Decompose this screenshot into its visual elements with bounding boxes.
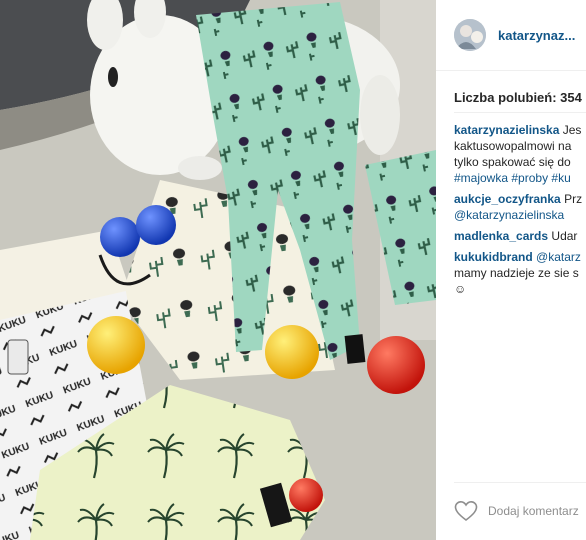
profile-avatar[interactable] [454, 19, 486, 51]
comment-line: aukcje_oczyfranka Prz [454, 191, 586, 207]
comment-username[interactable]: katarzynazielinska [454, 123, 559, 137]
likes-count[interactable]: Liczba polubień: 354 [454, 90, 582, 105]
comment-text: Jes [562, 123, 582, 137]
comment-text: mamy nadzieje ze sie s [454, 266, 579, 280]
comment-item: kukukidbrand @katarz mamy nadzieje ze sie… [454, 249, 586, 297]
comment-text: Udar [551, 229, 578, 243]
comment-text: kaktusowopalmowi na [454, 139, 572, 153]
post-photo[interactable]: KUKU [0, 0, 436, 540]
post-author-username[interactable]: katarzynaz... [498, 28, 575, 43]
comment-username[interactable]: aukcje_oczyfranka [454, 192, 561, 206]
post-image: KUKU [0, 0, 436, 540]
comment-line: tylko spakować się do [454, 154, 586, 170]
mention-link[interactable]: @katarzynazielinska [454, 208, 564, 222]
comments-list: katarzynazielinska Jes kaktusowopalmowi n… [454, 122, 586, 297]
comment-line: kaktusowopalmowi na [454, 138, 586, 154]
comment-line: kukukidbrand @katarz [454, 249, 586, 265]
post-header: katarzynaz... [436, 0, 586, 71]
comment-item: aukcje_oczyfranka Prz @katarzynazielinska [454, 191, 586, 223]
comment-item: katarzynazielinska Jes kaktusowopalmowi n… [454, 122, 586, 186]
comment-line: @katarzynazielinska [454, 207, 586, 223]
hashtag-link[interactable]: #ku [551, 171, 570, 185]
comment-item: madlenka_cards Udar [454, 228, 586, 244]
comment-text: tylko spakować się do [454, 155, 571, 169]
post-sidebar: katarzynaz... Liczba polubień: 354 katar… [436, 0, 586, 540]
hashtag-link[interactable]: #majowka [454, 171, 508, 185]
comment-text: Prz [564, 192, 583, 206]
comment-username[interactable]: madlenka_cards [454, 229, 548, 243]
comment-line: ☺ [454, 281, 586, 297]
comment-line: katarzynazielinska Jes [454, 122, 586, 138]
comment-line: #majowka #proby #ku [454, 170, 586, 186]
add-comment-input[interactable]: Dodaj komentarz [488, 504, 579, 518]
comment-line: mamy nadzieje ze sie s [454, 265, 586, 281]
divider [454, 482, 586, 483]
heart-icon[interactable] [454, 500, 478, 522]
comment-text: ☺ [454, 282, 467, 296]
mention-link[interactable]: @katarz [536, 250, 581, 264]
comment-line: madlenka_cards Udar [454, 228, 586, 244]
divider [454, 112, 586, 113]
hashtag-link[interactable]: #proby [511, 171, 548, 185]
comment-username[interactable]: kukukidbrand [454, 250, 533, 264]
